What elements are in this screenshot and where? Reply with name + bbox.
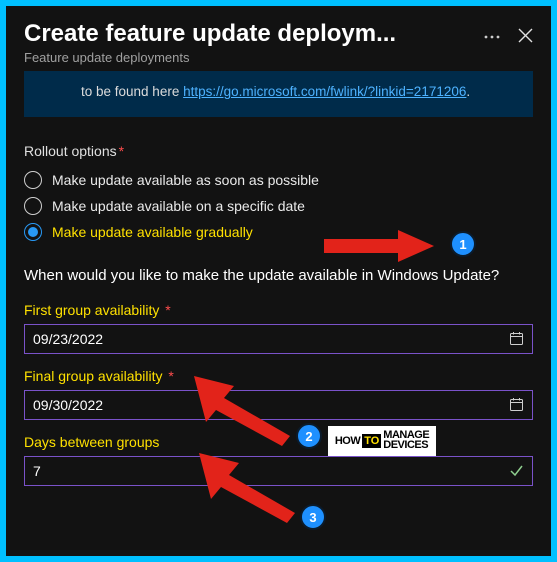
rollout-radio-asap[interactable]: Make update available as soon as possibl… [24,167,533,193]
header-row: Create feature update deploym... [24,20,533,48]
first-group-date-field[interactable] [24,324,533,354]
required-asterisk: * [165,368,174,384]
availability-question: When would you like to make the update a… [24,265,533,286]
info-banner: to be found here https://go.microsoft.co… [24,71,533,117]
annotation-badge-3: 3 [300,504,326,530]
header-actions [484,20,533,44]
rollout-radio-specific-date[interactable]: Make update available on a specific date [24,193,533,219]
first-group-label: First group availability * [24,302,533,318]
breadcrumb: Feature update deployments [24,50,533,65]
final-group-date-field[interactable] [24,390,533,420]
radio-icon [24,171,42,189]
radio-label: Make update available as soon as possibl… [52,172,319,188]
rollout-options-label: Rollout options* [24,143,533,159]
banner-text-prefix: to be found here [81,84,183,99]
radio-label: Make update available on a specific date [52,198,305,214]
close-icon[interactable] [518,28,533,43]
banner-text-suffix: . [466,84,470,99]
days-between-input[interactable] [33,463,509,479]
days-between-label: Days between groups [24,434,533,450]
first-group-date-input[interactable] [33,331,509,347]
final-group-label: Final group availability * [24,368,533,384]
calendar-icon[interactable] [509,397,524,412]
dialog-panel: Create feature update deploym... Feature… [6,6,551,556]
page-title: Create feature update deploym... [24,20,396,48]
more-icon[interactable] [484,26,500,44]
radio-icon [24,223,42,241]
rollout-radio-group: Make update available as soon as possibl… [24,167,533,245]
days-between-field[interactable] [24,456,533,486]
rollout-radio-gradual[interactable]: Make update available gradually [24,219,533,245]
calendar-icon[interactable] [509,331,524,346]
check-icon [509,463,524,478]
required-asterisk: * [119,143,124,159]
final-group-date-input[interactable] [33,397,509,413]
required-asterisk: * [161,302,170,318]
banner-link[interactable]: https://go.microsoft.com/fwlink/?linkid=… [183,84,466,99]
radio-label: Make update available gradually [52,224,253,240]
radio-icon [24,197,42,215]
